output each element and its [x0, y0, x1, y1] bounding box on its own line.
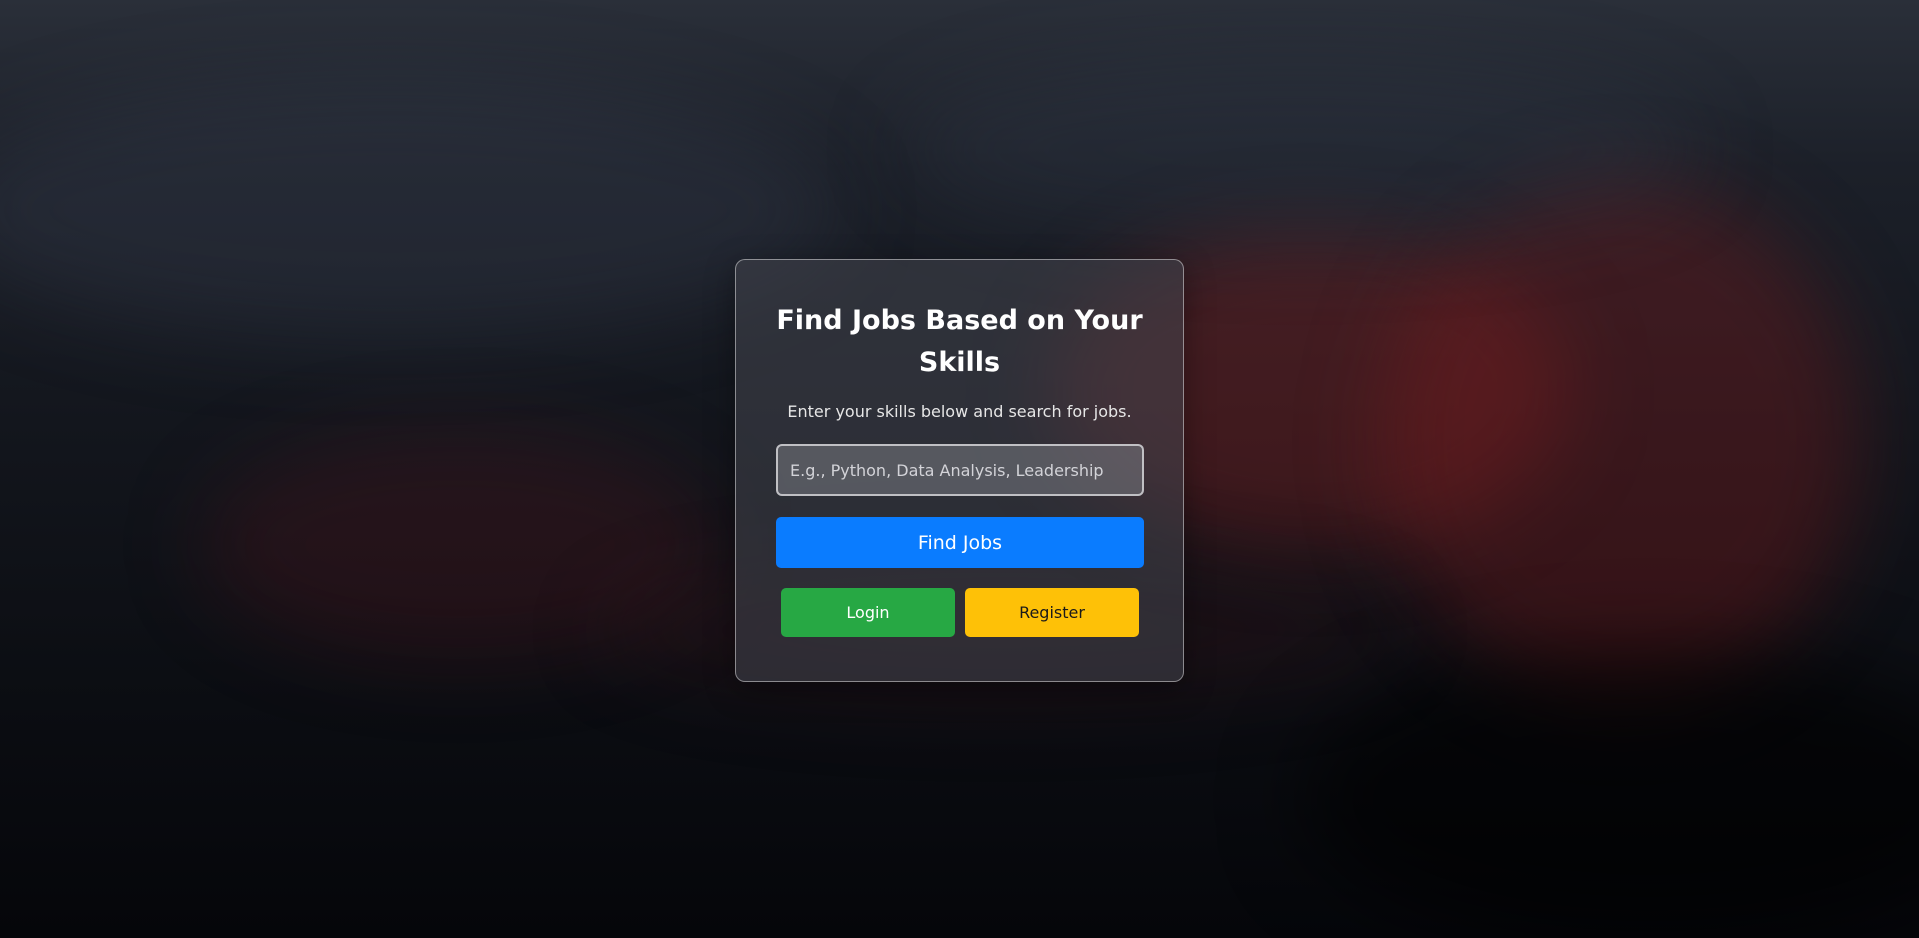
background-blur-shape — [900, 60, 1700, 240]
card-subtitle: Enter your skills below and search for j… — [787, 402, 1132, 421]
login-button[interactable]: Login — [781, 588, 955, 637]
card-title: Find Jobs Based on Your Skills — [776, 305, 1143, 378]
find-jobs-button[interactable]: Find Jobs — [776, 517, 1144, 568]
job-search-card: Find Jobs Based on Your Skills Enter you… — [735, 259, 1184, 682]
background-blur-shape — [0, 80, 840, 340]
background-blur-shape — [1300, 650, 1919, 938]
skills-search-input[interactable] — [776, 444, 1144, 496]
register-button[interactable]: Register — [965, 588, 1139, 637]
background-blur-shape — [1380, 180, 1860, 700]
